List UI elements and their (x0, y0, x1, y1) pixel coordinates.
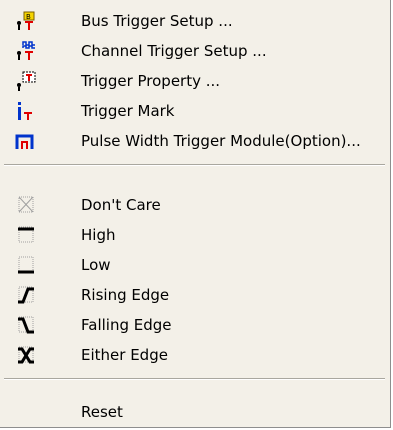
menu-item-trigger-mark[interactable]: Trigger Mark (4, 96, 385, 126)
menu-item-label: Bus Trigger Setup ... (81, 12, 233, 30)
falling-edge-icon (15, 315, 37, 335)
trigger-property-icon (15, 71, 37, 91)
pulse-width-icon (15, 131, 37, 151)
menu-item-label: Reset (81, 403, 123, 421)
trigger-mark-icon (15, 101, 37, 121)
menu-separator (4, 378, 385, 380)
menu-item-label: High (81, 226, 116, 244)
dont-care-icon (15, 195, 37, 215)
bus-trigger-icon: B (15, 11, 37, 31)
menu-item-label: Channel Trigger Setup ... (81, 42, 267, 60)
channel-trigger-icon (15, 41, 37, 61)
rising-edge-icon (15, 285, 37, 305)
menu-item-reset[interactable]: Reset (4, 397, 385, 427)
menu-separator (4, 164, 385, 166)
menu-item-label: Either Edge (81, 346, 168, 364)
menu-item-bus-trigger-setup[interactable]: B Bus Trigger Setup ... (4, 6, 385, 36)
menu-item-label: Rising Edge (81, 286, 170, 304)
menu-item-pulse-width-trigger-module[interactable]: Pulse Width Trigger Module(Option)... (4, 126, 385, 156)
high-level-icon (15, 225, 37, 245)
menu-item-dont-care[interactable]: Don't Care (4, 190, 385, 220)
menu-item-falling-edge[interactable]: Falling Edge (4, 310, 385, 340)
svg-text:B: B (26, 13, 31, 21)
menu-item-high[interactable]: High (4, 220, 385, 250)
menu-item-label: Pulse Width Trigger Module(Option)... (81, 132, 361, 150)
menu-item-label: Low (81, 256, 111, 274)
trigger-context-menu: B Bus Trigger Setup ... Channel Trigger … (0, 0, 391, 428)
menu-item-trigger-property[interactable]: Trigger Property ... (4, 66, 385, 96)
menu-item-label: Trigger Property ... (81, 72, 221, 90)
either-edge-icon (15, 345, 37, 365)
menu-item-either-edge[interactable]: Either Edge (4, 340, 385, 370)
menu-item-label: Falling Edge (81, 316, 172, 334)
menu-item-label: Don't Care (81, 196, 161, 214)
menu-item-rising-edge[interactable]: Rising Edge (4, 280, 385, 310)
low-level-icon (15, 255, 37, 275)
menu-item-channel-trigger-setup[interactable]: Channel Trigger Setup ... (4, 36, 385, 66)
menu-item-low[interactable]: Low (4, 250, 385, 280)
menu-item-label: Trigger Mark (81, 102, 175, 120)
